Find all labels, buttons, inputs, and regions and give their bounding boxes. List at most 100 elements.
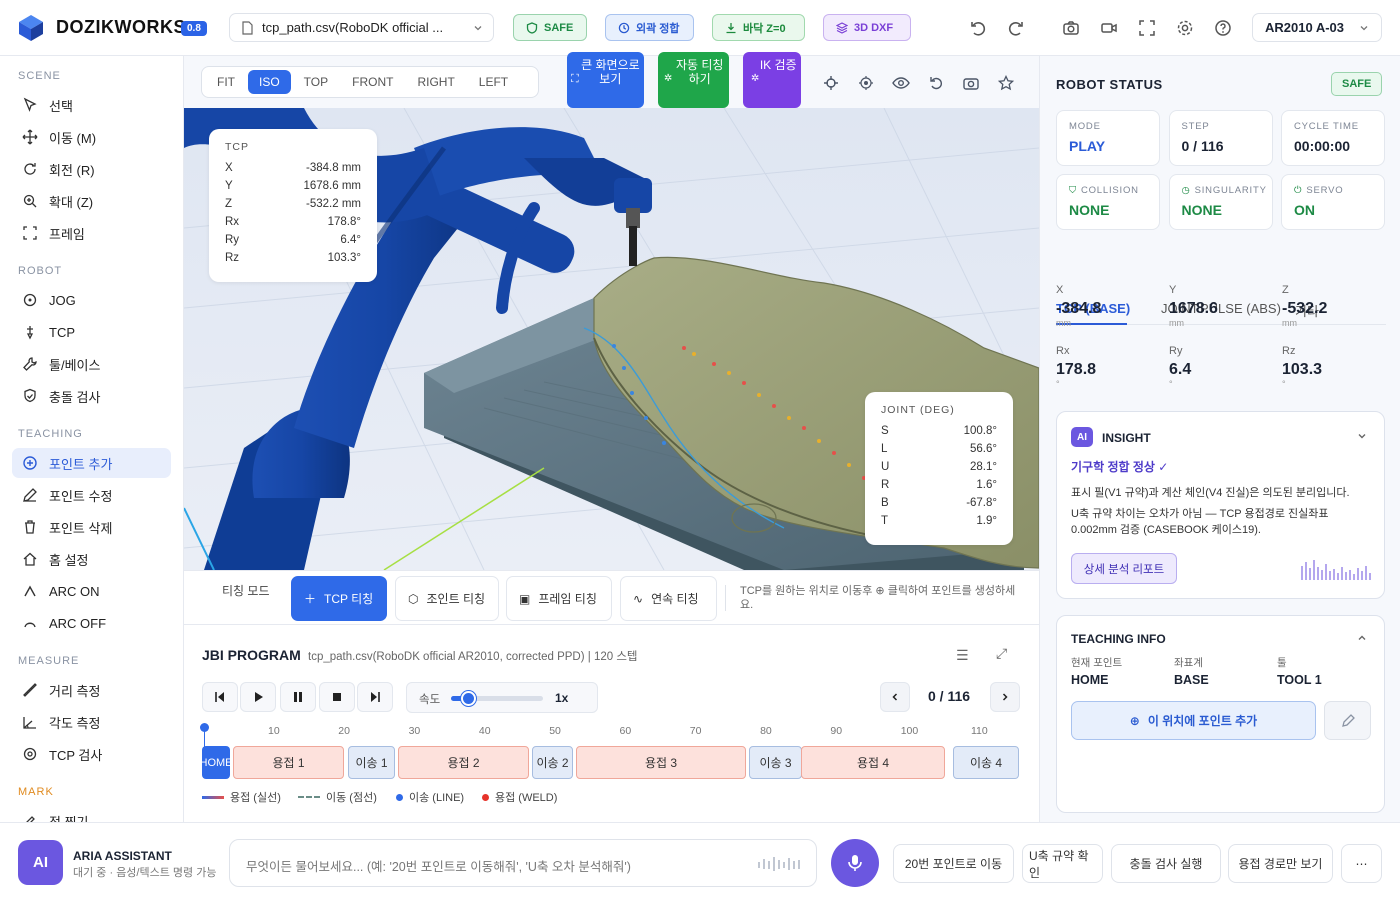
sidebar-item-collision-check[interactable]: 충돌 검사 — [12, 381, 171, 411]
view-left-button[interactable]: LEFT — [468, 70, 519, 94]
value-val: -532.2 mm — [306, 198, 361, 210]
quick-action-1[interactable]: U축 규약 확인 — [1022, 844, 1103, 883]
status-pill-2[interactable]: 바닥 Z=0 — [712, 14, 805, 41]
timeline-tick: 20 — [338, 725, 350, 737]
view-top-button[interactable]: TOP — [293, 70, 339, 94]
speed-slider[interactable] — [451, 691, 543, 706]
add-point-here-button[interactable]: ⊕ 이 위치에 포인트 추가 — [1071, 701, 1316, 740]
redo-icon[interactable] — [1003, 15, 1029, 41]
sidebar-item-distance[interactable]: 거리 측정 — [12, 675, 171, 705]
quick-action-4[interactable]: ⋯ — [1341, 844, 1382, 883]
sidebar-section-scene: SCENE — [18, 70, 61, 82]
fullscreen-icon[interactable] — [1134, 15, 1160, 41]
reset-view-icon[interactable] — [925, 72, 947, 94]
value-val: 103.3° — [327, 252, 361, 264]
crosshair-icon[interactable] — [820, 72, 842, 94]
continuous-teaching-button[interactable]: ∿ 연속 티칭 — [620, 576, 717, 621]
timeline-segment-move[interactable]: 이송 3 — [749, 746, 802, 779]
timeline-segment-home[interactable]: HOME — [202, 746, 230, 779]
sidebar-item-move[interactable]: 이동 (M) — [12, 122, 171, 152]
fullscreen-view-button[interactable]: ⛶ 큰 화면으로 보기 — [567, 52, 644, 108]
value-key: T — [881, 515, 889, 527]
file-icon — [242, 20, 253, 35]
joint-teaching-button[interactable]: ⬡ 조인트 티칭 — [395, 576, 499, 621]
sidebar-item-arc-on[interactable]: ARC ON — [12, 576, 171, 606]
target-icon[interactable] — [855, 72, 877, 94]
frame-teaching-button[interactable]: ▣ 프레임 티칭 — [506, 576, 612, 621]
sidebar-item-tcp[interactable]: TCP — [12, 317, 171, 347]
camera-icon[interactable] — [1058, 15, 1084, 41]
timeline-segment-weld[interactable]: 용접 1 — [233, 746, 344, 779]
prev-step-button[interactable] — [880, 682, 910, 712]
stop-button[interactable] — [319, 682, 355, 712]
sidebar-item-edit-point[interactable]: 포인트 수정 — [12, 480, 171, 510]
next-step-button[interactable] — [990, 682, 1020, 712]
detail-report-button[interactable]: 상세 분석 리포트 — [1071, 553, 1177, 584]
chevron-down-icon[interactable] — [1357, 430, 1367, 444]
view-right-button[interactable]: RIGHT — [406, 70, 465, 94]
quick-action-2[interactable]: 충돌 검사 실행 — [1111, 844, 1221, 883]
view-fit-button[interactable]: FIT — [206, 70, 246, 94]
sidebar-item-set-home[interactable]: 홈 설정 — [12, 544, 171, 574]
sidebar-item-tool-base[interactable]: 툴/베이스 — [12, 349, 171, 379]
microphone-button[interactable] — [831, 839, 879, 887]
star-icon[interactable] — [995, 72, 1017, 94]
file-selector[interactable]: tcp_path.csv(RoboDK official ... — [229, 13, 494, 42]
sidebar-item-tcp-inspect[interactable]: TCP 검사 — [12, 739, 171, 769]
sidebar-item-mark-point[interactable]: 점 찍기 — [12, 806, 171, 822]
eye-icon[interactable] — [890, 72, 912, 94]
snapshot-icon[interactable] — [960, 72, 982, 94]
play-button[interactable] — [240, 682, 276, 712]
pause-button[interactable] — [280, 682, 316, 712]
view-front-button[interactable]: FRONT — [341, 70, 404, 94]
menu-icon[interactable]: ☰ — [956, 647, 969, 664]
sidebar-item-jog[interactable]: JOG — [12, 285, 171, 315]
status-pill-3[interactable]: 3D DXF — [823, 14, 911, 41]
teaching-info-value: TOOL 1 — [1277, 673, 1322, 687]
rotate-icon — [22, 161, 38, 177]
help-icon[interactable] — [1210, 15, 1236, 41]
sidebar-item-frame[interactable]: 프레임 — [12, 218, 171, 248]
3d-viewport[interactable]: TCP X -384.8 mm Y 1678.6 mm Z -532.2 mm Rx 178.… — [184, 108, 1039, 570]
chat-input[interactable]: 무엇이든 물어보세요... (예: '20번 포인트로 이동해줘', 'U축 오… — [229, 839, 817, 887]
value-row: Ry 6.4° — [225, 231, 361, 249]
gear-icon[interactable] — [1172, 15, 1198, 41]
sidebar-item-delete-point[interactable]: 포인트 삭제 — [12, 512, 171, 542]
timeline-segment-move[interactable]: 이송 1 — [348, 746, 395, 779]
edit-icon[interactable] — [1324, 701, 1371, 740]
value-row: U 28.1° — [881, 458, 997, 476]
sidebar-section-teaching: TEACHING — [18, 428, 83, 440]
sidebar-item-add-point[interactable]: 포인트 추가 — [12, 448, 171, 478]
view-iso-button[interactable]: ISO — [248, 70, 291, 94]
speed-slider-handle[interactable] — [460, 691, 476, 706]
ik-verify-button[interactable]: ✲ IK 검증 — [743, 52, 801, 108]
quick-action-0[interactable]: 20번 포인트로 이동 — [893, 844, 1014, 883]
timeline-cursor-line — [204, 729, 205, 747]
sidebar-item-arc-off[interactable]: ARC OFF — [12, 608, 171, 638]
first-step-button[interactable] — [202, 682, 238, 712]
sidebar-item-zoom[interactable]: 확대 (Z) — [12, 186, 171, 216]
auto-teaching-button[interactable]: ✲ 자동 티칭 하기 — [658, 52, 729, 108]
sidebar-item-angle[interactable]: 각도 측정 — [12, 707, 171, 737]
sidebar-item-rotate[interactable]: 회전 (R) — [12, 154, 171, 184]
sidebar-item-label: 각도 측정 — [49, 715, 101, 731]
chevron-up-icon[interactable] — [1357, 632, 1367, 646]
sidebar-item-label: 점 찍기 — [49, 814, 89, 823]
last-step-button[interactable] — [357, 682, 393, 712]
timeline-segment-move[interactable]: 이송 2 — [532, 746, 573, 779]
sidebar-item-select[interactable]: 선택 — [12, 90, 171, 120]
status-pill-0[interactable]: SAFE — [513, 14, 587, 41]
undo-icon[interactable] — [965, 15, 991, 41]
tcp-teaching-button[interactable]: ＋ TCP 티칭 — [291, 576, 387, 621]
coord-ry: Ry 6.4 ° — [1169, 345, 1269, 389]
video-icon[interactable] — [1096, 15, 1122, 41]
timeline-segment-move[interactable]: 이송 4 — [953, 746, 1019, 779]
expand-icon[interactable]: ⤢ — [996, 645, 1007, 662]
quick-action-3[interactable]: 용접 경로만 보기 — [1228, 844, 1333, 883]
timeline-segment-weld[interactable]: 용접 4 — [801, 746, 945, 779]
status-card-collision: ⛉ COLLISION NONE — [1056, 174, 1160, 230]
robot-selector[interactable]: AR2010 A-03 — [1252, 13, 1382, 42]
timeline-segment-weld[interactable]: 용접 3 — [576, 746, 746, 779]
timeline-segment-weld[interactable]: 용접 2 — [398, 746, 529, 779]
status-pill-1[interactable]: 외곽 정합 — [605, 14, 694, 41]
